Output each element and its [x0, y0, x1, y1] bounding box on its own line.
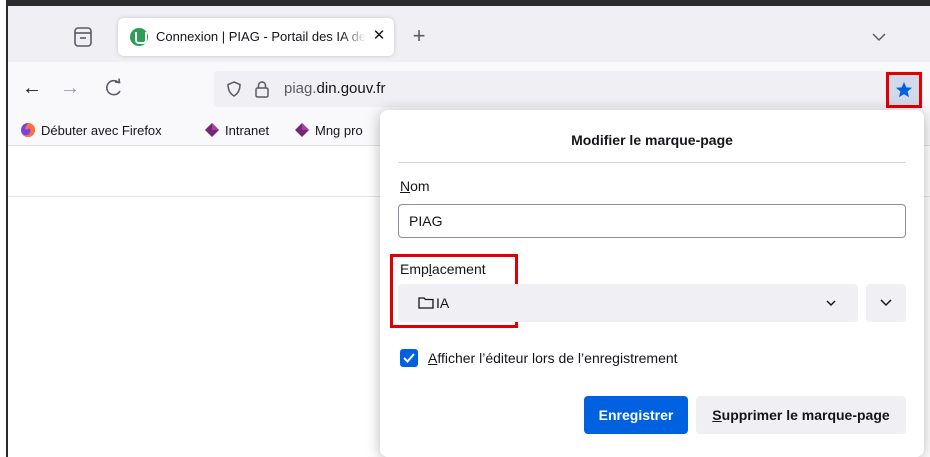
checkmark-icon [403, 353, 415, 363]
folder-icon [418, 297, 434, 309]
star-icon [896, 82, 912, 98]
url-domain: din.gouv.fr [316, 80, 386, 97]
tab-piag[interactable]: Connexion | PIAG - Portail des IA de la … [118, 18, 394, 56]
lock-icon[interactable] [254, 80, 270, 98]
close-tab-icon[interactable]: ✕ [370, 27, 388, 45]
show-editor-checkbox[interactable] [400, 349, 418, 367]
name-label: Nom [400, 178, 430, 194]
browser-window: Connexion | PIAG - Portail des IA de la … [6, 0, 930, 457]
tab-title: Connexion | PIAG - Portail des IA de la … [156, 29, 366, 44]
reload-glyph [106, 78, 121, 96]
show-editor-label[interactable]: Afficher l’éditeur lors de l’enregistrem… [428, 350, 678, 366]
panel-title: Modifier le marque-page [571, 132, 733, 148]
forward-arrow-icon[interactable]: → [58, 77, 82, 101]
bookmark-mng-pro[interactable]: Mng pro [294, 122, 380, 140]
back-arrow-icon[interactable]: ← [20, 77, 44, 101]
navigation-toolbar: ← → piag.din.gouv.fr [8, 62, 930, 116]
folder-name: IA [436, 295, 450, 311]
bookmark-intranet[interactable]: Intranet [204, 122, 269, 140]
firefox-icon [21, 123, 35, 137]
bookmark-label: Débuter avec Firefox [41, 123, 162, 138]
bookmark-star-button[interactable] [886, 72, 922, 108]
tab-list-button[interactable] [70, 24, 96, 50]
bookmark-label: Mng pro [315, 123, 363, 138]
reload-icon[interactable] [102, 77, 126, 101]
list-all-tabs-button[interactable] [870, 28, 888, 46]
url-text[interactable]: piag.din.gouv.fr [284, 80, 385, 97]
save-button[interactable]: Enregistrer [584, 396, 688, 434]
bookmark-debuter-firefox[interactable]: Débuter avec Firefox [20, 122, 162, 140]
location-label: Emplacement [400, 261, 486, 277]
new-tab-icon[interactable]: + [408, 25, 430, 48]
tab-list-icon [74, 27, 92, 47]
bookmark-folder-select[interactable]: IA [398, 284, 858, 322]
chevron-down-icon [880, 299, 892, 307]
url-bar[interactable]: piag.din.gouv.fr [214, 71, 924, 107]
tab-strip: Connexion | PIAG - Portail des IA de la … [8, 6, 930, 62]
diamond-icon [205, 123, 219, 137]
url-prefix: piag. [284, 80, 317, 97]
chevron-down-icon [826, 300, 836, 306]
folder-tree-expand-button[interactable] [866, 284, 906, 322]
panel-separator [398, 162, 906, 163]
remove-bookmark-button[interactable]: Supprimer le marque-page [696, 396, 906, 434]
bookmark-label: Intranet [225, 123, 270, 138]
chevron-down-icon [872, 33, 886, 42]
diamond-icon [295, 123, 309, 137]
edit-bookmark-panel: Modifier le marque-page Nom PIAG Emplace… [380, 110, 924, 457]
piag-favicon-icon [130, 28, 148, 46]
bookmark-name-input[interactable]: PIAG [398, 204, 906, 238]
tracking-protection-shield-icon[interactable] [226, 81, 242, 97]
